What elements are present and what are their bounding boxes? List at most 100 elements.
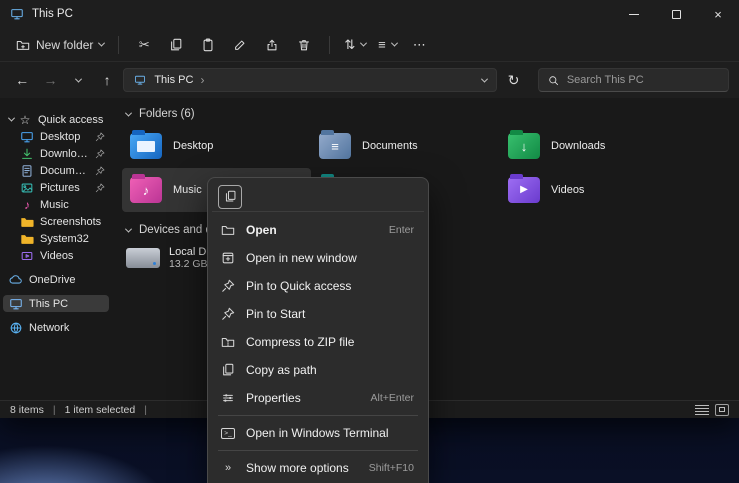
search-input[interactable] bbox=[567, 74, 720, 86]
menu-item-pin-to-start[interactable]: Pin to Start bbox=[212, 300, 424, 328]
network-icon bbox=[9, 321, 23, 335]
see-more-button[interactable]: ⋯ bbox=[404, 32, 434, 58]
new-folder-button[interactable]: New folder bbox=[12, 32, 108, 58]
view-button[interactable]: ≡ bbox=[372, 32, 402, 58]
sidebar-item-music[interactable]: ♪ Music bbox=[3, 196, 109, 213]
large-icons-view-toggle[interactable] bbox=[715, 404, 729, 416]
navigation-pane: ☆ Quick access Desktop Downloads bbox=[0, 98, 112, 400]
sidebar-item-onedrive[interactable]: OneDrive bbox=[3, 271, 109, 288]
rename-icon bbox=[233, 38, 247, 52]
maximize-icon bbox=[672, 10, 681, 19]
folder-icon bbox=[20, 215, 34, 229]
close-button[interactable]: × bbox=[697, 0, 739, 28]
desktop-wallpaper: This PC × New folder ✂ bbox=[0, 0, 739, 483]
copy-button[interactable] bbox=[161, 32, 191, 58]
close-icon: × bbox=[714, 8, 722, 21]
menu-item-open-new-window[interactable]: Open in new window bbox=[212, 244, 424, 272]
show-more-icon: » bbox=[220, 460, 236, 476]
forward-icon: → bbox=[43, 72, 57, 88]
folder-item-downloads[interactable]: ↓ Downloads bbox=[500, 124, 689, 168]
desktop-folder-icon bbox=[130, 133, 162, 159]
sort-button[interactable]: ⇅ bbox=[340, 32, 370, 58]
search-icon bbox=[547, 73, 561, 87]
address-bar[interactable]: This PC › bbox=[123, 68, 497, 92]
chevron-down-icon bbox=[8, 115, 15, 122]
minimize-button[interactable] bbox=[613, 0, 655, 28]
this-pc-icon bbox=[10, 7, 24, 21]
cut-button[interactable]: ✂ bbox=[129, 32, 159, 58]
pin-icon bbox=[95, 149, 105, 159]
open-folder-icon bbox=[220, 222, 236, 238]
forward-button[interactable]: → bbox=[38, 68, 62, 92]
refresh-icon: ↻ bbox=[508, 72, 520, 89]
details-view-toggle[interactable] bbox=[695, 405, 709, 415]
menu-item-properties[interactable]: Properties Alt+Enter bbox=[212, 384, 424, 412]
folder-icon bbox=[20, 232, 34, 246]
paste-icon bbox=[201, 38, 215, 52]
sidebar-item-quick-access[interactable]: ☆ Quick access bbox=[3, 111, 109, 128]
sidebar-item-documents[interactable]: Documents bbox=[3, 162, 109, 179]
documents-icon bbox=[20, 164, 34, 178]
menu-item-open-windows-terminal[interactable]: >_ Open in Windows Terminal bbox=[212, 419, 424, 447]
recent-locations-button[interactable] bbox=[67, 68, 91, 92]
rename-button[interactable] bbox=[225, 32, 255, 58]
sidebar-item-this-pc[interactable]: This PC bbox=[3, 295, 109, 312]
documents-folder-icon: ≡ bbox=[319, 133, 351, 159]
toolbar-divider bbox=[329, 36, 330, 54]
maximize-button[interactable] bbox=[655, 0, 697, 28]
videos-folder-icon: ▶ bbox=[508, 177, 540, 203]
folder-item-documents[interactable]: ≡ Documents bbox=[311, 124, 500, 168]
chevron-down-icon bbox=[125, 225, 132, 232]
search-box[interactable] bbox=[538, 68, 729, 92]
sidebar-item-screenshots[interactable]: Screenshots bbox=[3, 213, 109, 230]
context-menu-icon-bar bbox=[212, 182, 424, 212]
context-menu: Open Enter Open in new window Pin to Qui… bbox=[207, 177, 429, 483]
copy-button[interactable] bbox=[218, 185, 242, 209]
cut-icon: ✂ bbox=[139, 38, 150, 51]
sidebar-item-videos[interactable]: Videos bbox=[3, 247, 109, 264]
menu-item-pin-quick-access[interactable]: Pin to Quick access bbox=[212, 272, 424, 300]
folders-section-header[interactable]: Folders (6) bbox=[122, 108, 739, 120]
up-icon: ↑ bbox=[104, 72, 111, 88]
address-dropdown-icon[interactable] bbox=[481, 75, 488, 82]
menu-item-open[interactable]: Open Enter bbox=[212, 216, 424, 244]
sidebar-item-system32[interactable]: System32 bbox=[3, 230, 109, 247]
new-folder-icon bbox=[16, 38, 30, 52]
sidebar-item-downloads[interactable]: Downloads bbox=[3, 145, 109, 162]
sort-icon: ⇅ bbox=[344, 38, 355, 51]
pin-icon bbox=[95, 166, 105, 176]
videos-icon bbox=[20, 249, 34, 263]
copy-path-icon bbox=[220, 362, 236, 378]
copy-icon bbox=[169, 38, 183, 52]
sidebar-item-network[interactable]: Network bbox=[3, 319, 109, 336]
pin-icon bbox=[95, 183, 105, 193]
sidebar-item-desktop[interactable]: Desktop bbox=[3, 128, 109, 145]
folder-item-videos[interactable]: ▶ Videos bbox=[500, 168, 689, 212]
this-pc-icon bbox=[9, 297, 23, 311]
breadcrumb[interactable]: This PC bbox=[154, 74, 193, 86]
menu-item-compress-zip[interactable]: Compress to ZIP file bbox=[212, 328, 424, 356]
paste-button[interactable] bbox=[193, 32, 223, 58]
folders-header-label: Folders (6) bbox=[139, 108, 195, 120]
titlebar: This PC × bbox=[0, 0, 739, 28]
sidebar-item-pictures[interactable]: Pictures bbox=[3, 179, 109, 196]
refresh-button[interactable]: ↻ bbox=[501, 68, 525, 92]
share-button[interactable] bbox=[257, 32, 287, 58]
folder-item-desktop[interactable]: Desktop bbox=[122, 124, 311, 168]
up-button[interactable]: ↑ bbox=[95, 68, 119, 92]
selection-count: 1 item selected bbox=[65, 404, 136, 416]
back-button[interactable]: ← bbox=[10, 68, 34, 92]
window-title: This PC bbox=[32, 8, 73, 20]
music-icon: ♪ bbox=[20, 198, 34, 212]
share-icon bbox=[265, 38, 279, 52]
this-pc-icon bbox=[133, 73, 147, 87]
zip-icon bbox=[220, 334, 236, 350]
chevron-down-icon bbox=[75, 75, 82, 82]
delete-button[interactable] bbox=[289, 32, 319, 58]
command-bar: New folder ✂ bbox=[0, 28, 739, 62]
navigation-bar: ← → ↑ This PC › ↻ bbox=[0, 62, 739, 98]
menu-item-copy-as-path[interactable]: Copy as path bbox=[212, 356, 424, 384]
onedrive-icon bbox=[9, 273, 23, 287]
menu-item-show-more-options[interactable]: » Show more options Shift+F10 bbox=[212, 454, 424, 482]
quick-access-icon: ☆ bbox=[18, 113, 32, 127]
